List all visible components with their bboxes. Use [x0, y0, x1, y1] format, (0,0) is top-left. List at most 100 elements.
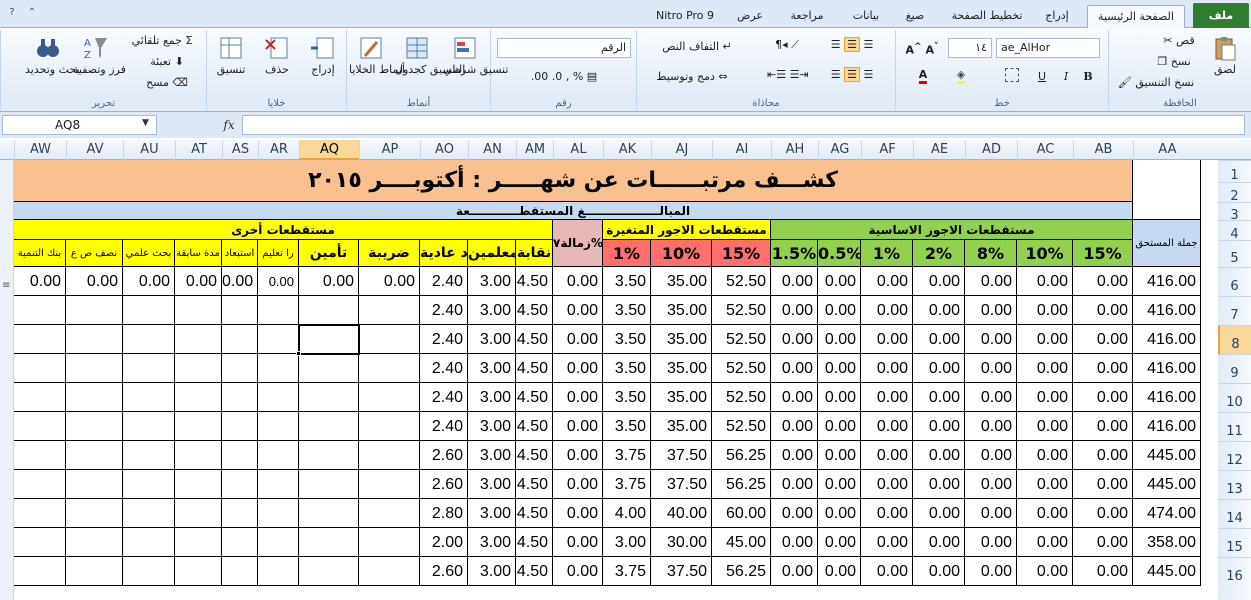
data-cell[interactable]: 52.50	[712, 296, 771, 325]
data-cell[interactable]: 0.00	[771, 441, 818, 470]
data-cell[interactable]	[359, 412, 420, 441]
data-cell[interactable]: 0.00	[1073, 470, 1133, 499]
data-cell[interactable]	[359, 296, 420, 325]
data-cell[interactable]	[299, 412, 359, 441]
data-cell[interactable]: 0.00	[965, 325, 1017, 354]
merge-center-button[interactable]: دمج وتوسيط ⇔	[637, 70, 747, 83]
data-cell[interactable]: 0.00	[1017, 528, 1073, 557]
data-cell[interactable]	[258, 354, 299, 383]
vertical-scrollbar[interactable]: ≡	[0, 160, 14, 600]
row-header-7[interactable]: 7	[1218, 296, 1251, 325]
data-cell[interactable]: 3.50	[603, 354, 651, 383]
find-select-button[interactable]: بحث وتحديد	[25, 34, 80, 76]
row-header-16[interactable]: 16	[1218, 557, 1251, 586]
data-cell[interactable]	[222, 499, 258, 528]
column-header-ar[interactable]: AR	[258, 140, 299, 160]
data-cell[interactable]: 0.00	[553, 470, 603, 499]
data-cell[interactable]: 0.00	[913, 528, 965, 557]
column-header-an[interactable]: AN	[468, 140, 516, 160]
column-header-am[interactable]: AM	[516, 140, 553, 160]
subheader-basic-6[interactable]: 15%	[1073, 240, 1133, 267]
group-other-deductions[interactable]: مستقطعات أخرى	[14, 220, 553, 240]
data-cell[interactable]	[175, 383, 222, 412]
data-cell[interactable]	[123, 528, 175, 557]
column-header-ad[interactable]: AD	[965, 140, 1017, 160]
data-cell[interactable]: 0.00	[771, 528, 818, 557]
subheader-variable-0[interactable]: 1%	[603, 240, 651, 267]
data-cell[interactable]: 0.00	[861, 412, 913, 441]
data-cell[interactable]: 52.50	[712, 354, 771, 383]
data-cell-total[interactable]: 445.00	[1133, 441, 1201, 470]
data-cell[interactable]: 0.00	[818, 470, 861, 499]
data-cell[interactable]: 2.40	[420, 267, 468, 296]
data-cell[interactable]: 0.00	[553, 557, 603, 586]
data-cell[interactable]	[66, 354, 123, 383]
data-cell[interactable]	[14, 296, 66, 325]
data-cell[interactable]: 0.00	[965, 557, 1017, 586]
row-header-3[interactable]: 3	[1218, 202, 1251, 223]
row-header-8[interactable]: 8	[1218, 325, 1251, 354]
cut-button[interactable]: ✂ قص	[1159, 34, 1199, 47]
data-cell[interactable]: 0.00	[913, 412, 965, 441]
data-cell[interactable]: 0.00	[222, 267, 258, 296]
data-cell[interactable]	[222, 441, 258, 470]
data-cell[interactable]: 3.00	[468, 354, 516, 383]
copy-button[interactable]: ❐ نسخ	[1149, 55, 1199, 68]
subheader-other-5[interactable]: را تعليم	[258, 240, 299, 267]
data-cell[interactable]	[66, 383, 123, 412]
format-cells-button[interactable]: تنسيق	[211, 34, 251, 76]
data-cell[interactable]: 3.50	[603, 267, 651, 296]
data-cell[interactable]: 0.00	[913, 499, 965, 528]
data-cell[interactable]: 3.75	[603, 441, 651, 470]
data-cell[interactable]: 3.00	[468, 383, 516, 412]
column-header-ah[interactable]: AH	[771, 140, 818, 160]
align-top-buttons[interactable]: ☰ ☰ ☰	[817, 37, 887, 52]
data-cell[interactable]: 0.00	[359, 267, 420, 296]
data-cell[interactable]	[299, 296, 359, 325]
group-variable-deductions[interactable]: مستقطعات الاجور المتغيرة	[603, 220, 771, 240]
autosum-button[interactable]: جمع تلقائي Σ	[121, 34, 203, 47]
data-cell[interactable]	[14, 470, 66, 499]
data-cell[interactable]: 3.00	[468, 441, 516, 470]
row-header-10[interactable]: 10	[1218, 383, 1251, 412]
data-cell[interactable]: 35.00	[651, 267, 712, 296]
data-cell[interactable]: 0.00	[771, 325, 818, 354]
tab-formulas[interactable]: صيغ	[898, 5, 932, 28]
data-cell[interactable]: 0.00	[771, 470, 818, 499]
data-cell[interactable]: 0.00	[913, 354, 965, 383]
data-cell[interactable]	[258, 470, 299, 499]
fill-button[interactable]: تعبئة ⬇	[131, 55, 203, 68]
subheader-other-4[interactable]: استبعاد	[222, 240, 258, 267]
data-cell[interactable]: 2.60	[420, 441, 468, 470]
data-cell[interactable]: 4.50	[516, 412, 553, 441]
data-cell[interactable]	[175, 354, 222, 383]
data-cell[interactable]: 56.25	[712, 470, 771, 499]
bold-button[interactable]: B	[1080, 70, 1096, 83]
data-cell[interactable]	[66, 441, 123, 470]
data-cell[interactable]	[359, 470, 420, 499]
data-cell[interactable]: 0.00	[299, 267, 359, 296]
subheader-other-3[interactable]: مدة سابقة	[175, 240, 222, 267]
grow-shrink-font-buttons[interactable]: A^ A˅	[902, 40, 942, 57]
data-cell[interactable]: 0.00	[1073, 383, 1133, 412]
data-cell[interactable]	[14, 528, 66, 557]
row-header-6[interactable]: 6	[1218, 267, 1251, 296]
row-header-14[interactable]: 14	[1218, 499, 1251, 528]
column-header-aq[interactable]: AQ	[299, 140, 359, 160]
data-cell[interactable]	[175, 296, 222, 325]
column-header-ap[interactable]: AP	[359, 140, 420, 160]
data-cell[interactable]: 0.00	[913, 325, 965, 354]
data-cell[interactable]: 0.00	[861, 441, 913, 470]
data-cell[interactable]: 35.00	[651, 296, 712, 325]
data-cell[interactable]	[359, 557, 420, 586]
data-cell[interactable]: 35.00	[651, 325, 712, 354]
data-cell[interactable]	[359, 441, 420, 470]
data-cell[interactable]	[175, 528, 222, 557]
data-cell[interactable]: 3.00	[468, 267, 516, 296]
data-cell[interactable]	[123, 499, 175, 528]
data-cell[interactable]	[175, 412, 222, 441]
data-cell[interactable]: 2.40	[420, 325, 468, 354]
data-cell[interactable]	[123, 354, 175, 383]
data-cell[interactable]: 0.00	[913, 441, 965, 470]
column-header-at[interactable]: AT	[175, 140, 222, 160]
